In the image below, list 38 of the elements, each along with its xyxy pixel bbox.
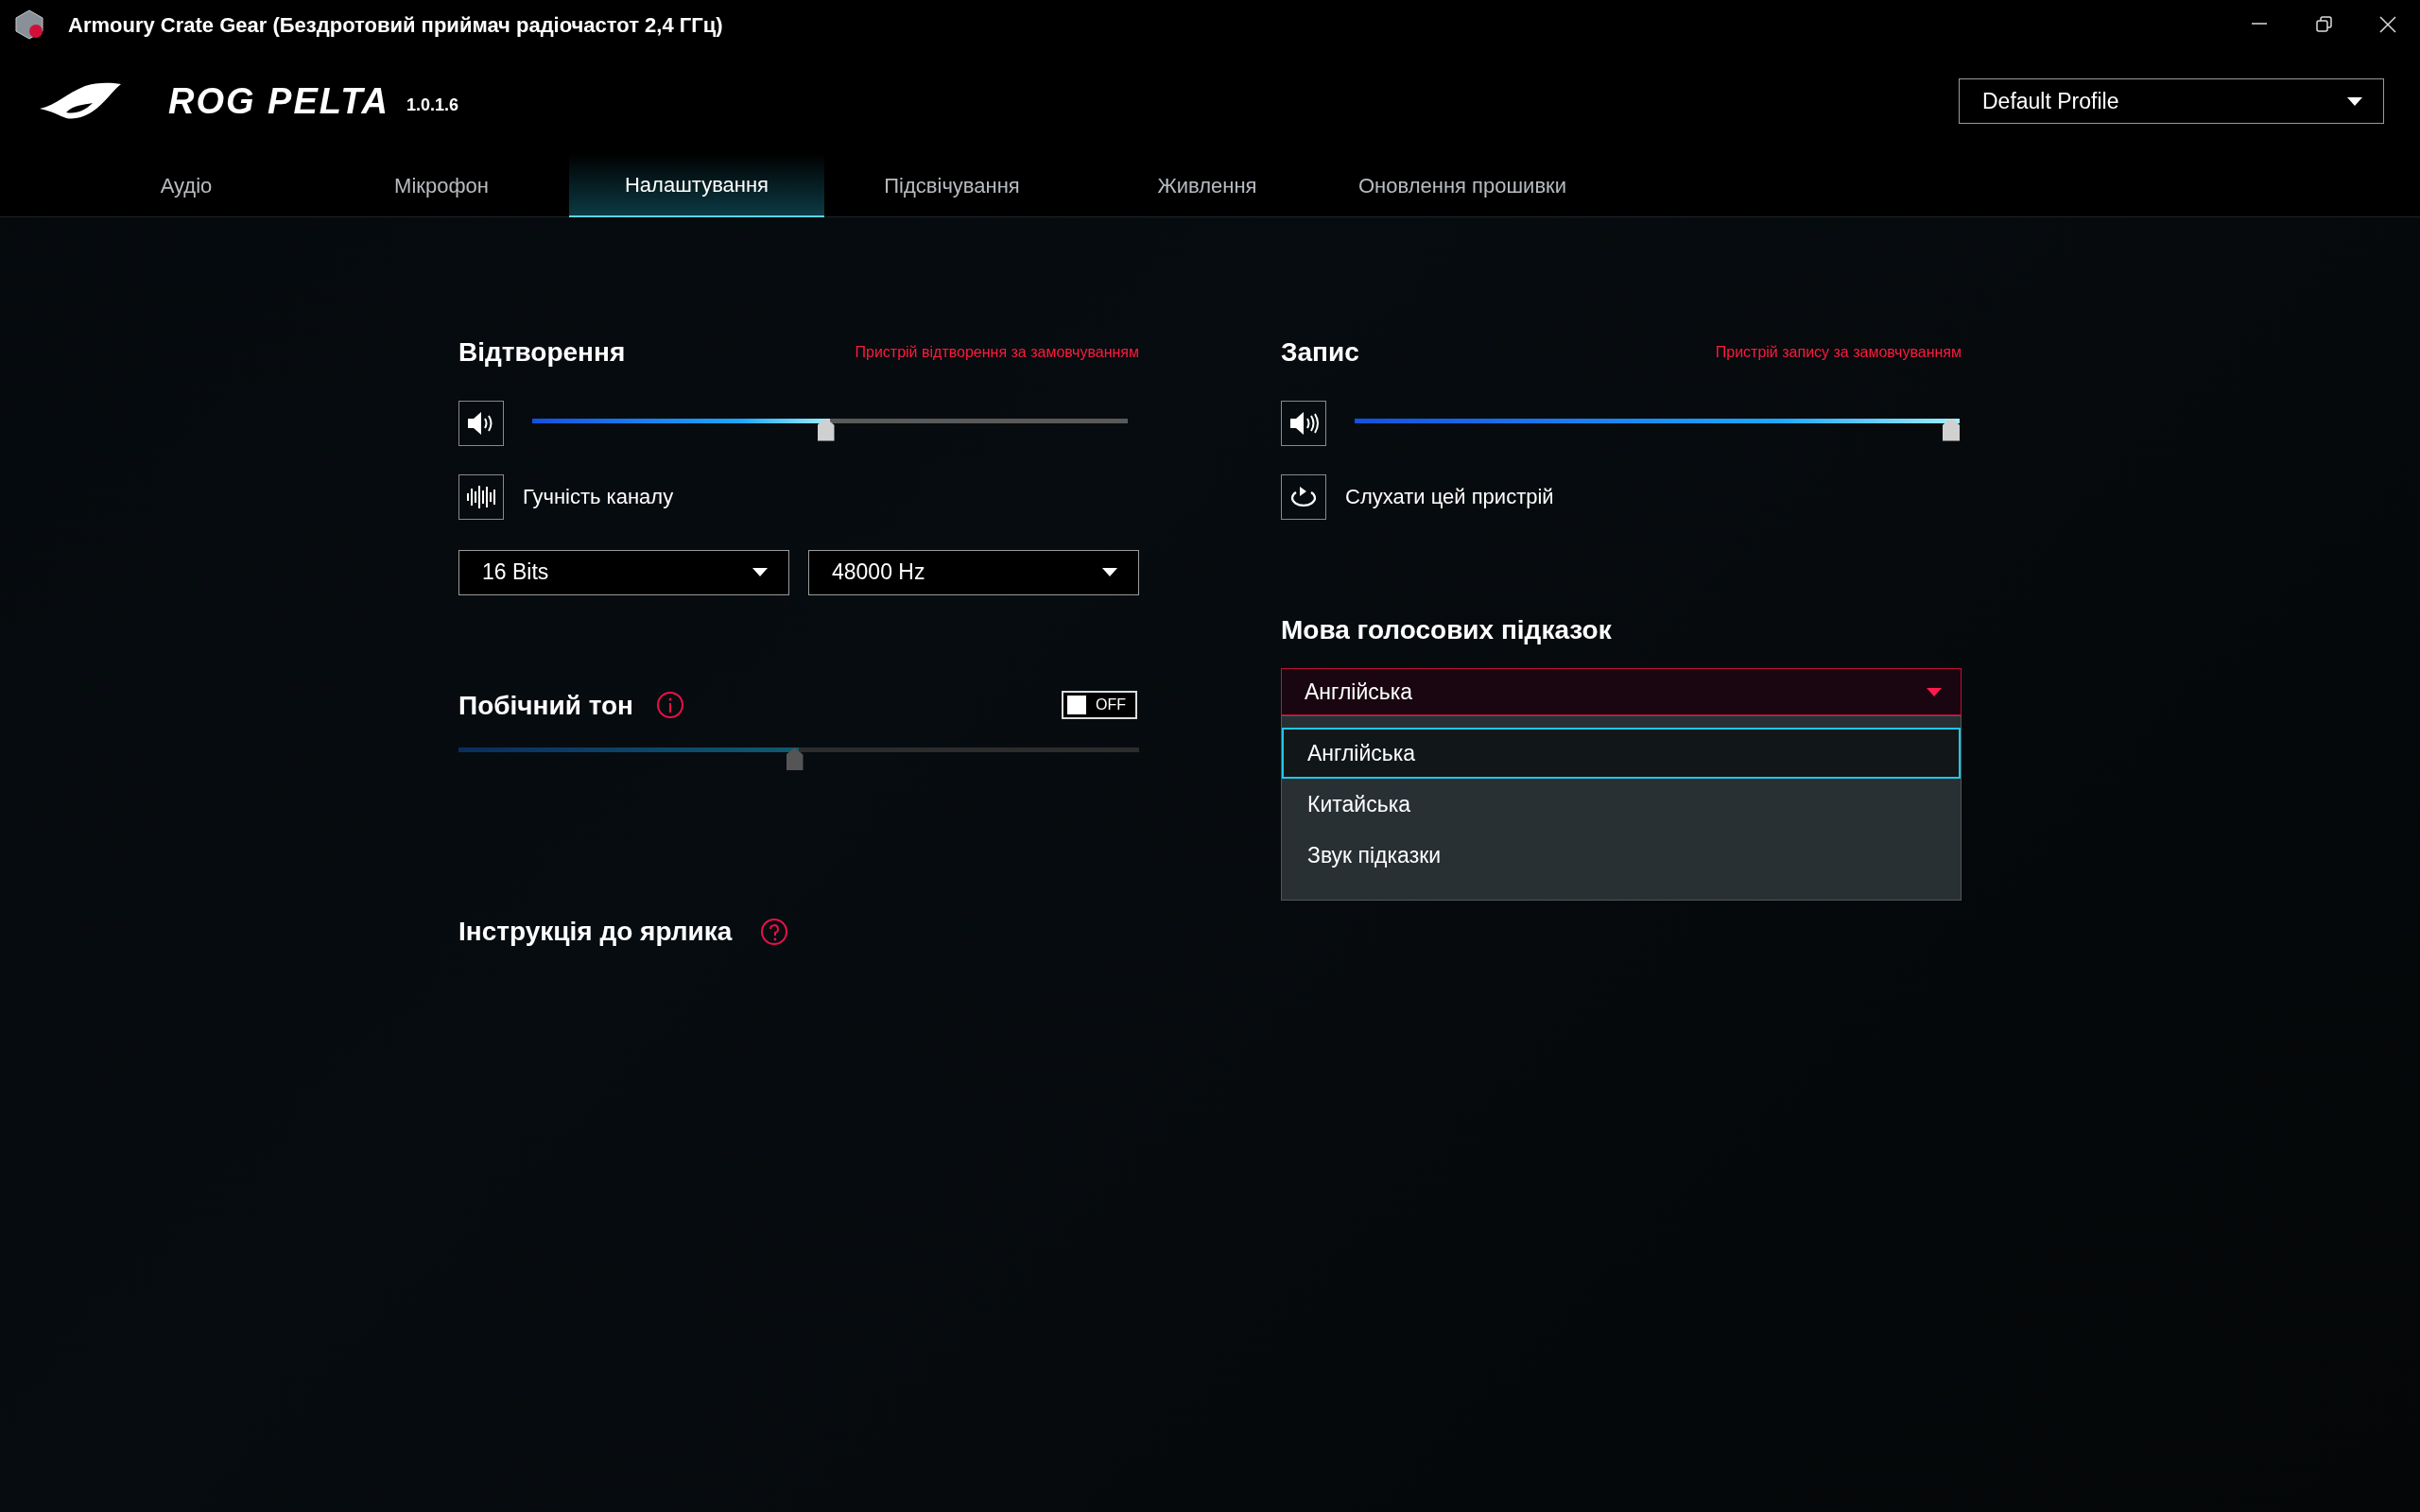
info-icon[interactable]	[656, 691, 685, 720]
version-label: 1.0.1.6	[406, 94, 459, 116]
device-note: Пристрій запису за замовчуванням	[1715, 342, 1962, 362]
slider-thumb[interactable]	[786, 747, 804, 771]
tab[interactable]: Аудіо	[59, 153, 314, 217]
device-note: Пристрій відтворення за замовчуванням	[855, 342, 1139, 362]
section-heading: Побічний тон	[458, 689, 634, 722]
restore-icon[interactable]	[2314, 15, 2333, 34]
profile-dropdown[interactable]: Default Profile	[1959, 78, 2384, 124]
tab[interactable]: Живлення	[1080, 153, 1335, 217]
format-dropdown[interactable]: 16 Bits	[458, 549, 789, 595]
caret-icon	[752, 568, 768, 577]
menu-option[interactable]: Звук підказки	[1282, 830, 1961, 882]
tab[interactable]: Підсвічування	[824, 153, 1080, 217]
language-dropdown[interactable]: Англійська	[1281, 668, 1962, 716]
caret-icon	[1927, 687, 1942, 696]
section-heading: Запис	[1281, 336, 1359, 369]
close-icon[interactable]	[2378, 15, 2397, 34]
help-icon[interactable]	[760, 918, 789, 946]
window-title: Armoury Crate Gear (Бездротовий приймач радіочастот 2,4 ГГц)	[68, 11, 723, 39]
tab[interactable]: Мікрофон	[314, 153, 569, 217]
toggle-switch[interactable]: OFF	[1062, 691, 1137, 720]
caret-icon	[1102, 568, 1117, 577]
slider-thumb[interactable]	[817, 418, 835, 441]
caret-icon	[2347, 96, 2362, 106]
section-heading: Мова голосових підказок	[1281, 613, 1613, 646]
product-name: ROG PELTA	[168, 79, 390, 123]
format-dropdown[interactable]: 48000 Hz	[808, 549, 1139, 595]
app-icon	[13, 9, 45, 41]
option-label: Гучність каналу	[523, 484, 674, 511]
option-label: Слухати цей пристрій	[1345, 484, 1554, 511]
menu-option[interactable]: Англійська	[1282, 728, 1961, 780]
section-heading: Інструкція до ярлика	[458, 916, 733, 948]
slider-thumb[interactable]	[1943, 418, 1960, 441]
tab[interactable]: Налаштування	[569, 153, 824, 217]
menu-option[interactable]: Китайська	[1282, 779, 1961, 831]
section-heading: Відтворення	[458, 336, 626, 369]
tab[interactable]: Оновлення прошивки	[1335, 153, 1590, 217]
